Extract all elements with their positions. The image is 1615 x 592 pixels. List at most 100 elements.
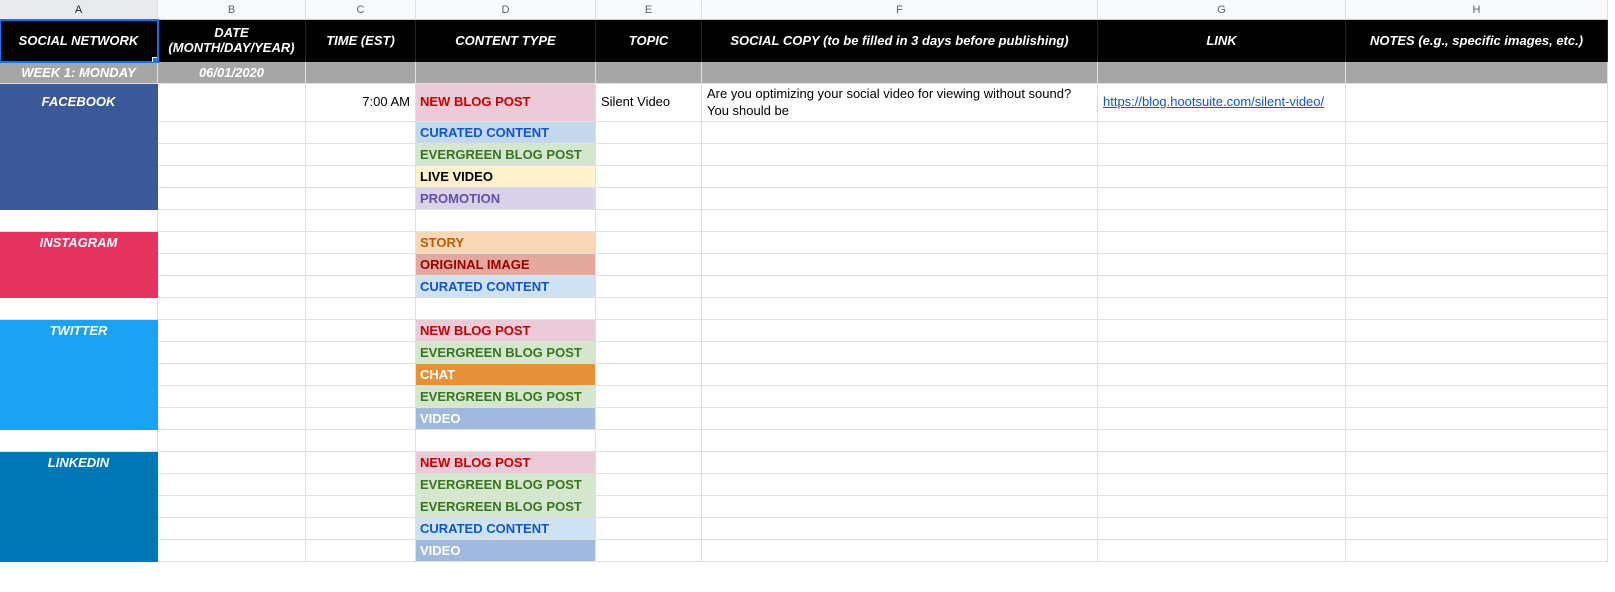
cell[interactable] (1098, 496, 1346, 518)
cell[interactable] (1346, 144, 1608, 166)
cell[interactable] (0, 540, 158, 562)
cell[interactable] (702, 342, 1098, 364)
cell[interactable] (0, 364, 158, 386)
header-notes[interactable]: NOTES (e.g., specific images, etc.) (1346, 20, 1608, 62)
cell[interactable] (702, 122, 1098, 144)
col-header-A[interactable]: A (0, 0, 158, 20)
cell[interactable] (596, 276, 702, 298)
cell[interactable] (1098, 254, 1346, 276)
cell[interactable] (306, 518, 416, 540)
cell[interactable] (0, 298, 158, 320)
tag-live-video[interactable]: LIVE VIDEO (416, 166, 596, 188)
cell[interactable] (1098, 210, 1346, 232)
week-label[interactable]: WEEK 1: MONDAY (0, 62, 158, 84)
tag-video[interactable]: VIDEO (416, 408, 596, 430)
cell[interactable] (0, 122, 158, 144)
network-linkedin-label[interactable]: LINKEDIN (0, 452, 158, 474)
network-twitter-label[interactable]: TWITTER (0, 320, 158, 342)
spreadsheet-grid[interactable]: A B C D E F G H SOCIAL NETWORK DATE (MON… (0, 0, 1615, 562)
cell[interactable] (158, 496, 306, 518)
cell[interactable] (1346, 84, 1608, 122)
cell[interactable] (306, 540, 416, 562)
tag-evergreen[interactable]: EVERGREEN BLOG POST (416, 496, 596, 518)
tag-story[interactable]: STORY (416, 232, 596, 254)
cell[interactable] (158, 474, 306, 496)
cell[interactable] (702, 540, 1098, 562)
cell[interactable] (1346, 408, 1608, 430)
cell[interactable] (702, 430, 1098, 452)
cell[interactable] (1098, 166, 1346, 188)
cell[interactable] (596, 408, 702, 430)
cell[interactable] (1346, 166, 1608, 188)
cell[interactable] (1098, 430, 1346, 452)
cell[interactable] (702, 386, 1098, 408)
cell[interactable] (416, 210, 596, 232)
network-facebook-label[interactable]: FACEBOOK (0, 84, 158, 122)
cell[interactable] (1098, 232, 1346, 254)
tag-video[interactable]: VIDEO (416, 540, 596, 562)
cell[interactable] (306, 166, 416, 188)
cell[interactable] (702, 62, 1098, 84)
cell[interactable] (702, 144, 1098, 166)
cell[interactable] (1098, 298, 1346, 320)
cell[interactable] (596, 518, 702, 540)
cell[interactable] (0, 166, 158, 188)
cell[interactable] (306, 320, 416, 342)
cell[interactable] (306, 430, 416, 452)
cell[interactable] (1346, 62, 1608, 84)
cell[interactable] (1098, 386, 1346, 408)
cell[interactable] (702, 166, 1098, 188)
cell[interactable] (158, 408, 306, 430)
cell[interactable] (702, 474, 1098, 496)
cell[interactable] (1346, 540, 1608, 562)
fb-copy[interactable]: Are you optimizing your social video for… (702, 84, 1098, 122)
cell[interactable] (1346, 342, 1608, 364)
header-social-network[interactable]: SOCIAL NETWORK (0, 20, 158, 62)
cell[interactable] (158, 364, 306, 386)
cell[interactable] (306, 122, 416, 144)
cell[interactable] (702, 320, 1098, 342)
cell[interactable] (0, 342, 158, 364)
cell[interactable] (158, 232, 306, 254)
cell[interactable] (158, 452, 306, 474)
cell[interactable] (1346, 430, 1608, 452)
col-header-D[interactable]: D (416, 0, 596, 20)
cell[interactable] (1346, 276, 1608, 298)
cell[interactable] (158, 84, 306, 122)
cell[interactable] (0, 386, 158, 408)
cell[interactable] (158, 518, 306, 540)
header-social-copy[interactable]: SOCIAL COPY (to be filled in 3 days befo… (702, 20, 1098, 62)
header-time[interactable]: TIME (EST) (306, 20, 416, 62)
cell[interactable] (1346, 474, 1608, 496)
header-link[interactable]: LINK (1098, 20, 1346, 62)
cell[interactable] (158, 276, 306, 298)
cell[interactable] (1346, 254, 1608, 276)
cell[interactable] (1346, 364, 1608, 386)
network-instagram-label[interactable]: INSTAGRAM (0, 232, 158, 254)
header-date[interactable]: DATE (MONTH/DAY/YEAR) (158, 20, 306, 62)
cell[interactable] (0, 474, 158, 496)
fb-link[interactable]: https://blog.hootsuite.com/silent-video/ (1103, 94, 1324, 110)
tag-promotion[interactable]: PROMOTION (416, 188, 596, 210)
cell[interactable] (306, 254, 416, 276)
cell[interactable] (416, 430, 596, 452)
cell[interactable] (596, 452, 702, 474)
cell[interactable] (306, 496, 416, 518)
cell[interactable] (1346, 188, 1608, 210)
cell[interactable] (702, 210, 1098, 232)
cell[interactable] (1098, 518, 1346, 540)
tag-curated-content[interactable]: CURATED CONTENT (416, 276, 596, 298)
cell[interactable] (0, 188, 158, 210)
tag-evergreen[interactable]: EVERGREEN BLOG POST (416, 386, 596, 408)
cell[interactable] (1098, 276, 1346, 298)
cell[interactable] (416, 298, 596, 320)
cell[interactable] (1098, 408, 1346, 430)
fb-time[interactable]: 7:00 AM (306, 84, 416, 122)
fb-link-cell[interactable]: https://blog.hootsuite.com/silent-video/ (1098, 84, 1346, 122)
tag-curated-content[interactable]: CURATED CONTENT (416, 122, 596, 144)
cell[interactable] (158, 254, 306, 276)
cell[interactable] (1346, 210, 1608, 232)
cell[interactable] (596, 540, 702, 562)
col-header-C[interactable]: C (306, 0, 416, 20)
cell[interactable] (596, 386, 702, 408)
